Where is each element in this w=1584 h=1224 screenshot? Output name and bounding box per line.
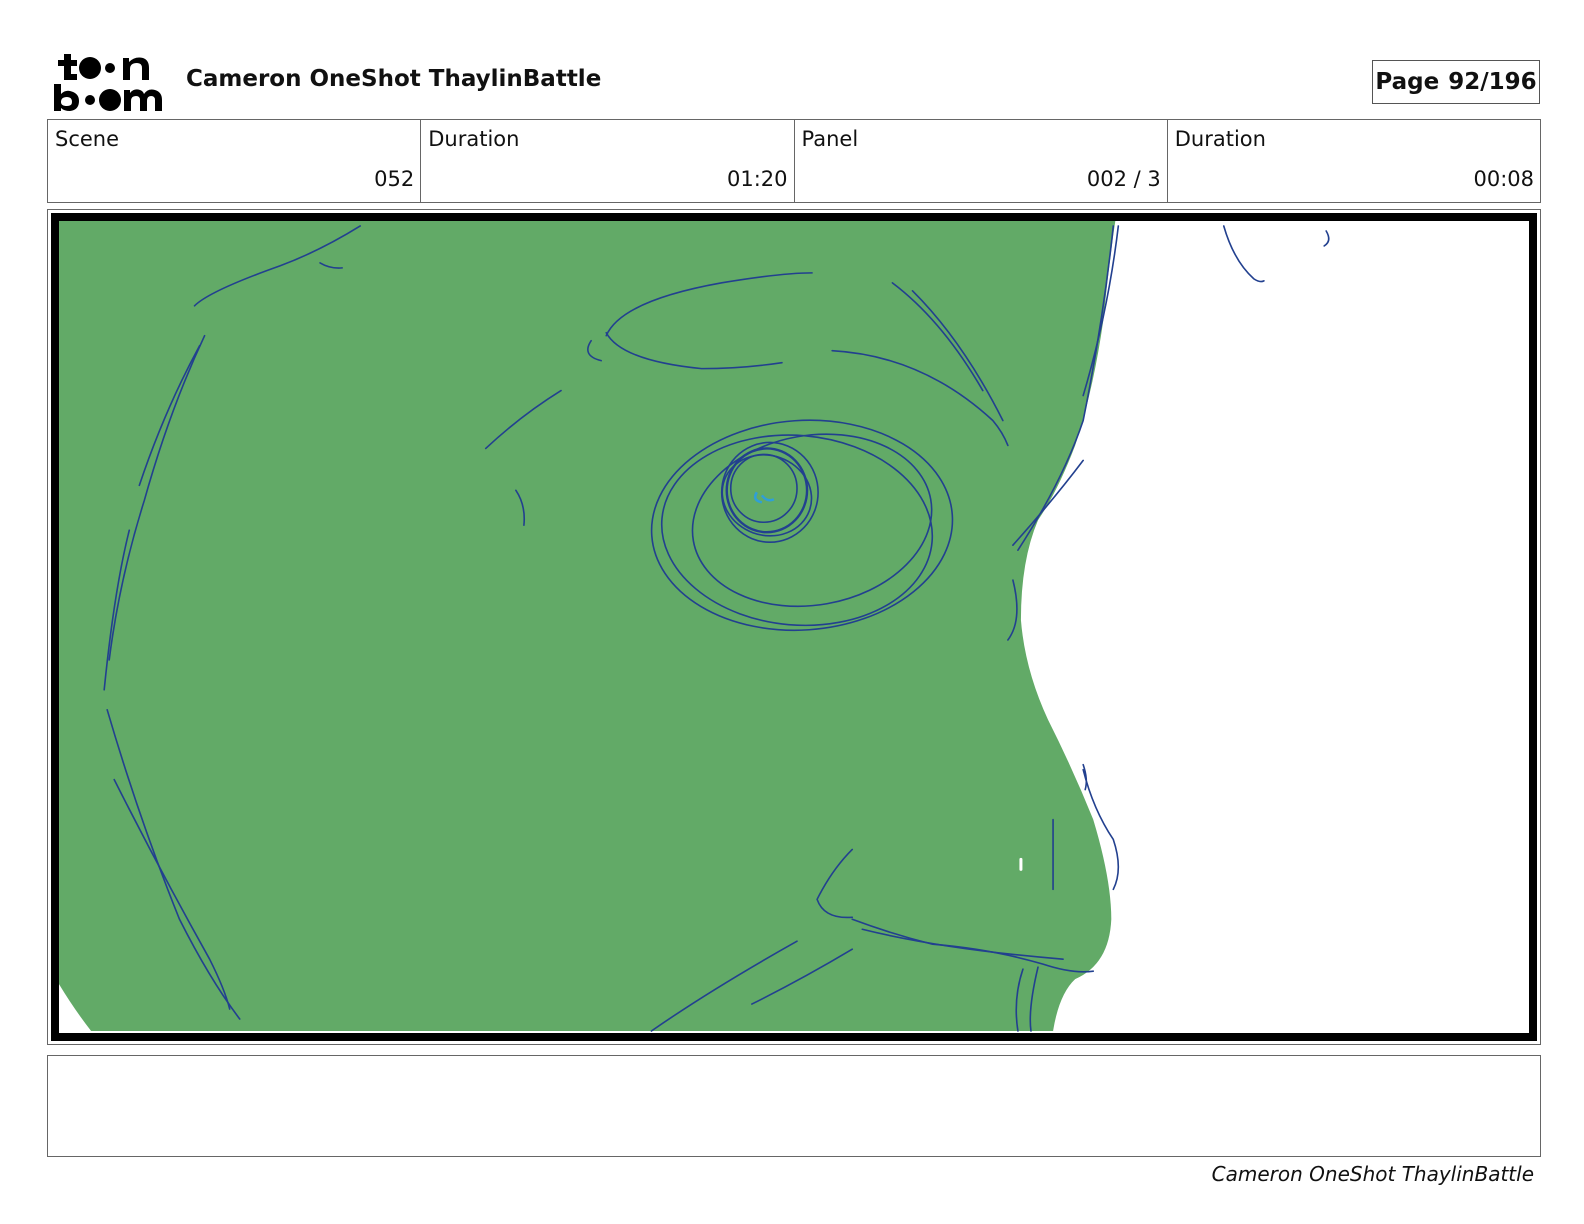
project-title: Cameron OneShot ThaylinBattle xyxy=(186,66,602,92)
scene-duration-label: Duration xyxy=(428,127,520,151)
panel-cell: Panel 002 / 3 xyxy=(795,120,1168,202)
scene-label: Scene xyxy=(55,127,120,151)
page-number: 92/196 xyxy=(1448,69,1537,95)
scene-value: 052 xyxy=(374,167,415,191)
panel-duration-cell: Duration 00:08 xyxy=(1168,120,1540,202)
scene-duration-value: 01:20 xyxy=(726,167,788,191)
page-counter: Page 92/196 xyxy=(1372,60,1540,104)
page-label: Page xyxy=(1375,69,1440,95)
panel-duration-value: 00:08 xyxy=(1473,167,1534,191)
panel-notes-box xyxy=(47,1055,1541,1157)
panel-duration-label: Duration xyxy=(1174,127,1266,151)
scene-cell: Scene 052 xyxy=(48,120,422,202)
scene-info-table: Scene 052 Duration 01:20 Panel 002 / 3 D… xyxy=(47,119,1541,203)
panel-value: 002 / 3 xyxy=(1086,167,1161,191)
face-sketch xyxy=(59,221,1330,1032)
storyboard-panel-drawing xyxy=(51,213,1537,1041)
toon-boom-logo xyxy=(52,50,164,112)
storyboard-panel-frame xyxy=(47,209,1541,1045)
footer-project-title: Cameron OneShot ThaylinBattle xyxy=(1211,1162,1534,1186)
panel-label: Panel xyxy=(801,127,859,151)
scene-duration-cell: Duration 01:20 xyxy=(421,120,795,202)
